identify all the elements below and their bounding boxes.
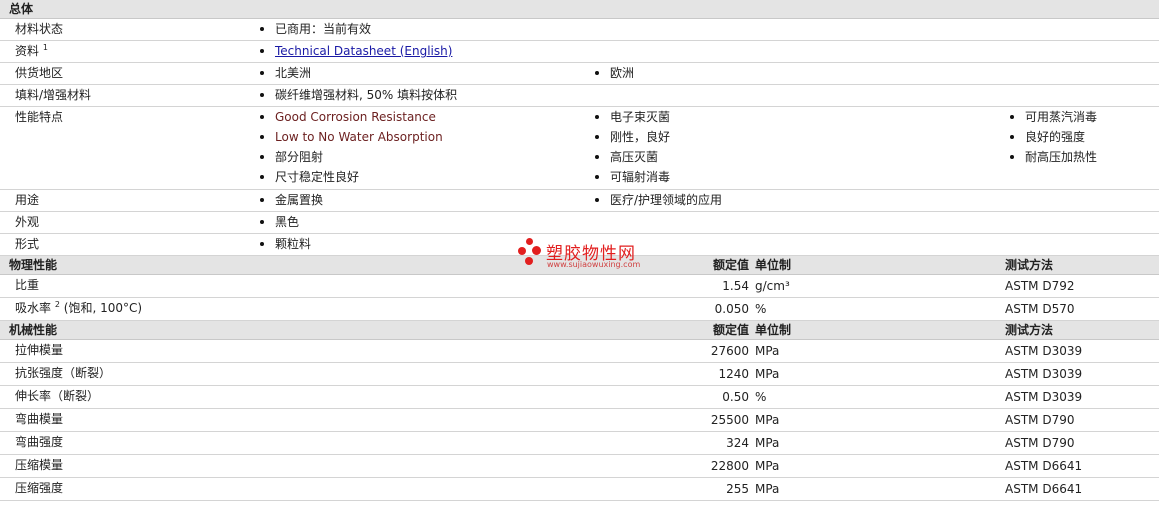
row-label: 资料 bbox=[15, 44, 40, 58]
table-row: 比重 1.54 g/cm³ ASTM D792 bbox=[0, 274, 1159, 298]
nominal-value: 22800 bbox=[590, 454, 755, 478]
nominal-value: 324 bbox=[590, 431, 755, 455]
test-method: ASTM D3039 bbox=[1005, 339, 1159, 363]
row-label-suffix: (饱和, 100°C) bbox=[63, 301, 143, 315]
unit: g/cm³ bbox=[755, 274, 1005, 298]
list-item: 高压灭菌 bbox=[590, 147, 1005, 167]
list-item: 可辐射消毒 bbox=[590, 167, 1005, 187]
unit: MPa bbox=[755, 454, 1005, 478]
row-availability: 供货地区 北美洲 欧洲 bbox=[0, 62, 1159, 85]
row-label: 用途 bbox=[0, 189, 255, 212]
list-item: 部分阻射 bbox=[255, 147, 590, 167]
datasheet-link[interactable]: Technical Datasheet (English) bbox=[275, 44, 452, 58]
test-method: ASTM D792 bbox=[1005, 274, 1159, 298]
table-row: 伸长率（断裂） 0.50 % ASTM D3039 bbox=[0, 385, 1159, 409]
list-item: 已商用：当前有效 bbox=[255, 19, 1159, 39]
watermark-logo: 塑胶物性网 www.sujiaowuxing.com bbox=[518, 238, 658, 272]
table-row: 压缩模量 22800 MPa ASTM D6641 bbox=[0, 454, 1159, 478]
watermark-url: www.sujiaowuxing.com bbox=[547, 260, 641, 269]
list-item: 北美洲 bbox=[255, 63, 590, 83]
section-header-general: 总体 bbox=[0, 0, 1159, 19]
unit: MPa bbox=[755, 362, 1005, 386]
row-material-status: 材料状态 已商用：当前有效 bbox=[0, 18, 1159, 41]
table-row: 拉伸模量 27600 MPa ASTM D3039 bbox=[0, 339, 1159, 363]
row-label: 形式 bbox=[0, 233, 255, 256]
table-row: 吸水率 2 (饱和, 100°C) 0.050 % ASTM D570 bbox=[0, 297, 1159, 321]
footnote-marker: 2 bbox=[54, 300, 60, 309]
column-header-method: 测试方法 bbox=[1005, 255, 1159, 275]
row-label: 伸长率（断裂） bbox=[0, 385, 590, 409]
nominal-value: 25500 bbox=[590, 408, 755, 432]
nominal-value: 27600 bbox=[590, 339, 755, 363]
column-header-nominal: 额定值 bbox=[590, 320, 755, 340]
row-label: 材料状态 bbox=[0, 18, 255, 41]
list-item: 颗粒料 bbox=[255, 234, 1159, 254]
row-appearance: 外观 黑色 bbox=[0, 211, 1159, 234]
unit: MPa bbox=[755, 408, 1005, 432]
test-method: ASTM D6641 bbox=[1005, 477, 1159, 501]
row-label: 吸水率 bbox=[15, 301, 52, 315]
list-item: 电子束灭菌 bbox=[590, 107, 1005, 127]
test-method: ASTM D570 bbox=[1005, 297, 1159, 321]
list-item: 刚性，良好 bbox=[590, 127, 1005, 147]
row-label: 供货地区 bbox=[0, 62, 255, 85]
row-features: 性能特点 Good Corrosion Resistance Low to No… bbox=[0, 106, 1159, 190]
test-method: ASTM D790 bbox=[1005, 431, 1159, 455]
list-item: 耐高压加热性 bbox=[1005, 147, 1159, 167]
row-uses: 用途 金属置换 医疗/护理领域的应用 bbox=[0, 189, 1159, 212]
column-header-unit: 单位制 bbox=[755, 320, 1005, 340]
footnote-marker: 1 bbox=[42, 43, 48, 52]
section-title: 总体 bbox=[0, 0, 1159, 19]
row-filler: 填料/增强材料 碳纤维增强材料, 50% 填料按体积 bbox=[0, 84, 1159, 107]
unit: % bbox=[755, 385, 1005, 409]
list-item: Good Corrosion Resistance bbox=[255, 107, 590, 127]
section-title: 物理性能 bbox=[0, 255, 590, 275]
list-item: Low to No Water Absorption bbox=[255, 127, 590, 147]
unit: MPa bbox=[755, 431, 1005, 455]
table-row: 弯曲模量 25500 MPa ASTM D790 bbox=[0, 408, 1159, 432]
row-label: 弯曲模量 bbox=[0, 408, 590, 432]
row-documents: 资料 1 Technical Datasheet (English) bbox=[0, 40, 1159, 63]
unit: MPa bbox=[755, 339, 1005, 363]
list-item: 尺寸稳定性良好 bbox=[255, 167, 590, 187]
nominal-value: 0.050 bbox=[590, 297, 755, 321]
list-item: 欧洲 bbox=[590, 63, 1159, 83]
column-header-unit: 单位制 bbox=[755, 255, 1005, 275]
table-row: 压缩强度 255 MPa ASTM D6641 bbox=[0, 477, 1159, 501]
row-label: 性能特点 bbox=[0, 106, 255, 190]
row-label: 压缩强度 bbox=[0, 477, 590, 501]
row-label: 压缩模量 bbox=[0, 454, 590, 478]
test-method: ASTM D3039 bbox=[1005, 362, 1159, 386]
list-item: 碳纤维增强材料, 50% 填料按体积 bbox=[255, 85, 1159, 105]
list-item: 可用蒸汽消毒 bbox=[1005, 107, 1159, 127]
unit: % bbox=[755, 297, 1005, 321]
nominal-value: 0.50 bbox=[590, 385, 755, 409]
section-title: 机械性能 bbox=[0, 320, 590, 340]
table-row: 抗张强度（断裂） 1240 MPa ASTM D3039 bbox=[0, 362, 1159, 386]
row-label: 拉伸模量 bbox=[0, 339, 590, 363]
list-item: 医疗/护理领域的应用 bbox=[590, 190, 1159, 210]
row-label: 抗张强度（断裂） bbox=[0, 362, 590, 386]
row-label: 弯曲强度 bbox=[0, 431, 590, 455]
row-label: 外观 bbox=[0, 211, 255, 234]
row-label: 比重 bbox=[0, 274, 590, 298]
nominal-value: 1.54 bbox=[590, 274, 755, 298]
column-header-method: 测试方法 bbox=[1005, 320, 1159, 340]
test-method: ASTM D790 bbox=[1005, 408, 1159, 432]
unit: MPa bbox=[755, 477, 1005, 501]
logo-dots-icon bbox=[518, 238, 544, 268]
nominal-value: 255 bbox=[590, 477, 755, 501]
test-method: ASTM D6641 bbox=[1005, 454, 1159, 478]
table-row: 弯曲强度 324 MPa ASTM D790 bbox=[0, 431, 1159, 455]
nominal-value: 1240 bbox=[590, 362, 755, 386]
list-item: 黑色 bbox=[255, 212, 1159, 232]
test-method: ASTM D3039 bbox=[1005, 385, 1159, 409]
list-item: 良好的强度 bbox=[1005, 127, 1159, 147]
list-item: 金属置换 bbox=[255, 190, 590, 210]
row-label: 填料/增强材料 bbox=[0, 84, 255, 107]
section-header-mechanical: 机械性能 额定值 单位制 测试方法 bbox=[0, 320, 1159, 340]
